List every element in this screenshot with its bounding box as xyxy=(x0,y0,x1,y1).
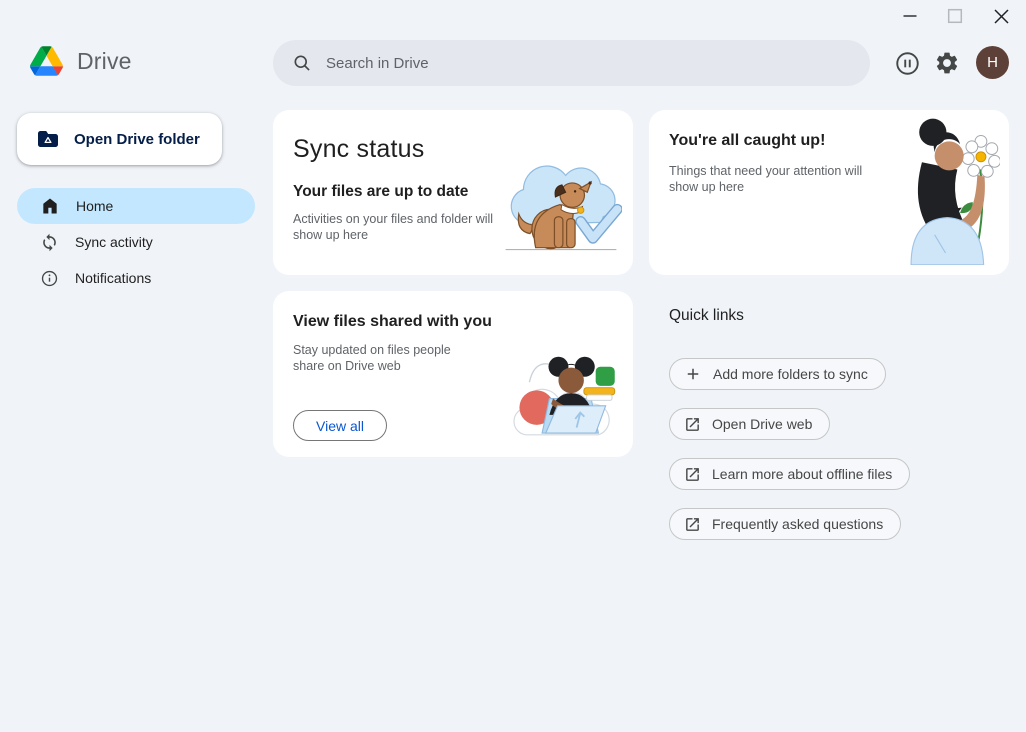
settings-gear-icon xyxy=(934,50,960,76)
plus-icon xyxy=(684,365,702,383)
quick-link-label: Learn more about offline files xyxy=(712,466,892,482)
quick-links-section: Quick links Add more folders to sync Ope… xyxy=(669,307,910,540)
shared-files-body: Stay updated on files people share on Dr… xyxy=(293,342,483,374)
quick-links-list: Add more folders to sync Open Drive web … xyxy=(669,358,910,540)
view-all-button[interactable]: View all xyxy=(293,410,387,441)
sync-status-card: Sync status Your files are up to date Ac… xyxy=(273,110,633,275)
sync-status-body: Activities on your files and folder will… xyxy=(293,211,523,243)
quick-link-label: Open Drive web xyxy=(712,416,812,432)
pause-sync-button[interactable] xyxy=(892,48,922,78)
faq-button[interactable]: Frequently asked questions xyxy=(669,508,901,540)
settings-button[interactable] xyxy=(932,48,962,78)
external-link-icon xyxy=(684,416,701,433)
caught-up-card: You're all caught up! Things that need y… xyxy=(649,110,1009,275)
maximize-icon xyxy=(947,8,963,24)
learn-offline-files-button[interactable]: Learn more about offline files xyxy=(669,458,910,490)
brand: Drive xyxy=(30,46,132,76)
caught-up-body: Things that need your attention will sho… xyxy=(669,163,889,195)
shared-files-card: View files shared with you Stay updated … xyxy=(273,291,633,457)
sidebar-item-home[interactable]: Home xyxy=(17,188,255,224)
drive-folder-icon xyxy=(36,127,60,151)
minimize-icon xyxy=(902,8,918,24)
open-drive-folder-label: Open Drive folder xyxy=(74,131,200,148)
sidebar-item-label: Home xyxy=(76,198,113,214)
quick-link-label: Add more folders to sync xyxy=(713,366,868,382)
search-bar[interactable] xyxy=(273,40,870,86)
quick-link-label: Frequently asked questions xyxy=(712,516,883,532)
minimize-button[interactable] xyxy=(895,1,925,31)
pause-circle-icon xyxy=(894,50,921,77)
maximize-button[interactable] xyxy=(940,1,970,31)
sidebar-item-notifications[interactable]: Notifications xyxy=(17,260,255,296)
person-open-folder-upload-illustration xyxy=(504,342,622,451)
drive-logo-icon xyxy=(30,46,63,76)
external-link-icon xyxy=(684,466,701,483)
search-input[interactable] xyxy=(326,55,870,72)
home-icon xyxy=(40,196,60,216)
sync-status-title: Sync status xyxy=(293,135,424,164)
external-link-icon xyxy=(684,516,701,533)
open-drive-web-button[interactable]: Open Drive web xyxy=(669,408,830,440)
search-icon xyxy=(292,53,312,73)
open-drive-folder-button[interactable]: Open Drive folder xyxy=(17,113,222,165)
add-folders-to-sync-button[interactable]: Add more folders to sync xyxy=(669,358,886,390)
sidebar-item-sync-activity[interactable]: Sync activity xyxy=(17,224,255,260)
shared-files-title: View files shared with you xyxy=(293,313,492,331)
sidebar-item-label: Sync activity xyxy=(75,234,153,250)
woman-smelling-flower-illustration xyxy=(882,113,1000,270)
app-title: Drive xyxy=(77,48,132,75)
close-button[interactable] xyxy=(986,1,1016,31)
sync-icon xyxy=(40,233,59,252)
info-icon xyxy=(40,269,59,288)
sidebar-nav: Home Sync activity Notifications xyxy=(17,188,255,296)
account-avatar[interactable]: H xyxy=(976,46,1009,79)
avatar-initial: H xyxy=(987,54,998,71)
quick-links-title: Quick links xyxy=(669,307,910,325)
sync-status-subtitle: Your files are up to date xyxy=(293,183,468,201)
caught-up-title: You're all caught up! xyxy=(669,132,825,150)
dog-cloud-checkmark-illustration xyxy=(500,150,622,265)
close-icon xyxy=(993,8,1010,25)
sidebar-item-label: Notifications xyxy=(75,270,151,286)
